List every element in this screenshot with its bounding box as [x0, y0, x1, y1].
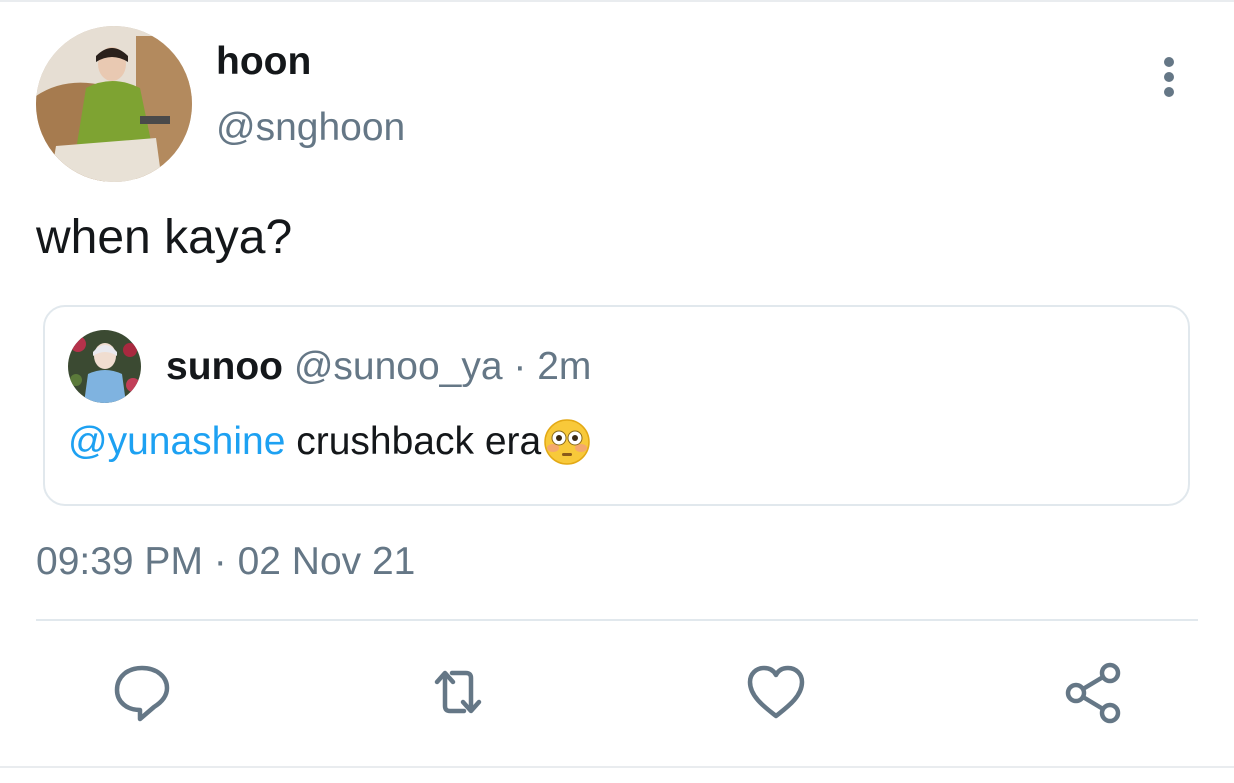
bottom-border [0, 766, 1234, 768]
like-icon[interactable] [744, 660, 808, 724]
tweet-card: hoon @snghoon when kaya? sunoo @sunoo_ya… [0, 0, 1234, 783]
quoted-display-name[interactable]: sunoo [166, 345, 283, 388]
author-avatar[interactable] [36, 26, 192, 182]
mention-link[interactable]: @yunashine [68, 420, 285, 464]
quoted-tweet[interactable] [43, 305, 1190, 506]
author-display-name[interactable]: hoon [216, 40, 311, 84]
author-handle[interactable]: @snghoon [216, 106, 405, 150]
quoted-author-avatar[interactable] [68, 330, 141, 403]
quoted-header: sunoo @sunoo_ya · 2m [166, 345, 591, 389]
meta-separator: · [502, 345, 538, 388]
quoted-time-ago: 2m [537, 345, 592, 388]
quoted-handle-text[interactable]: @sunoo_ya [294, 345, 503, 388]
flushed-face-icon [543, 418, 591, 466]
tweet-text: when kaya? [36, 211, 293, 264]
tweet-timestamp: 09:39 PM · 02 Nov 21 [36, 540, 416, 583]
actions-divider [36, 619, 1198, 621]
more-options-icon[interactable] [1156, 56, 1182, 98]
share-icon[interactable] [1062, 660, 1126, 724]
reply-icon[interactable] [110, 660, 174, 724]
quoted-text: @yunashine crushback era [68, 418, 591, 466]
quoted-handle: @sunoo_ya · 2m [294, 345, 592, 388]
quoted-body: crushback era [285, 420, 542, 463]
retweet-icon[interactable] [426, 660, 490, 724]
top-border [0, 0, 1234, 2]
